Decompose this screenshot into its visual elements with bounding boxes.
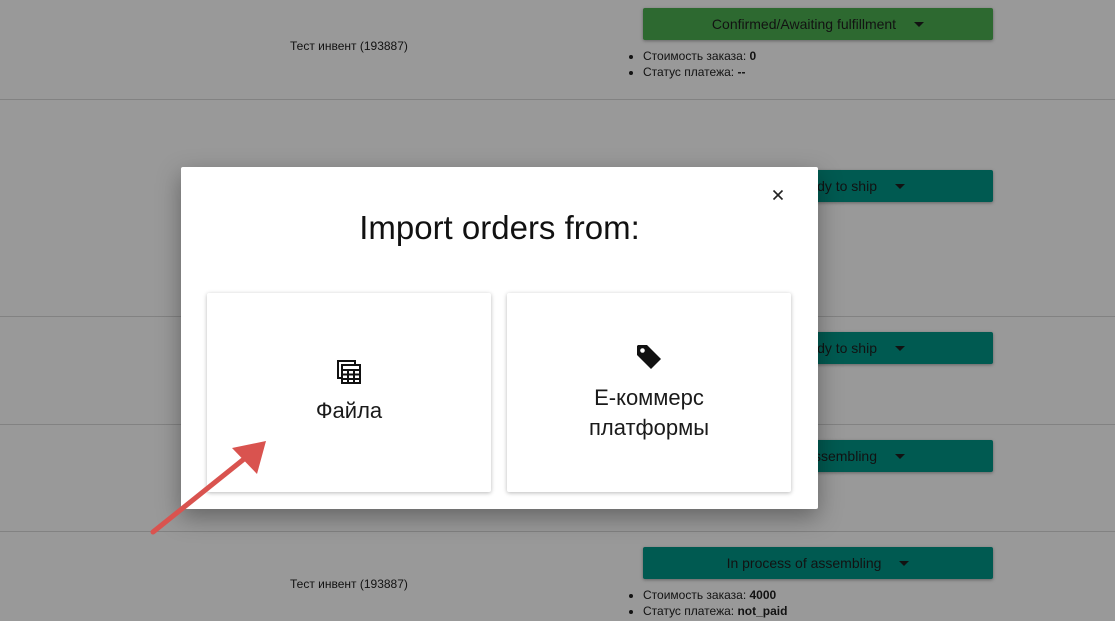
modal-title: Import orders from:	[359, 209, 640, 246]
import-from-file-button[interactable]: Файла	[207, 293, 491, 492]
close-icon[interactable]	[769, 186, 787, 204]
import-from-ecommerce-label: E-коммерс платформы	[588, 385, 710, 440]
tag-icon	[634, 342, 664, 377]
import-from-ecommerce-button[interactable]: E-коммерс платформы	[507, 293, 791, 492]
import-orders-modal: Import orders from: Файла E-коммерс плат…	[181, 167, 818, 509]
import-from-file-label: Файла	[315, 398, 383, 423]
spreadsheet-icon	[336, 359, 362, 390]
